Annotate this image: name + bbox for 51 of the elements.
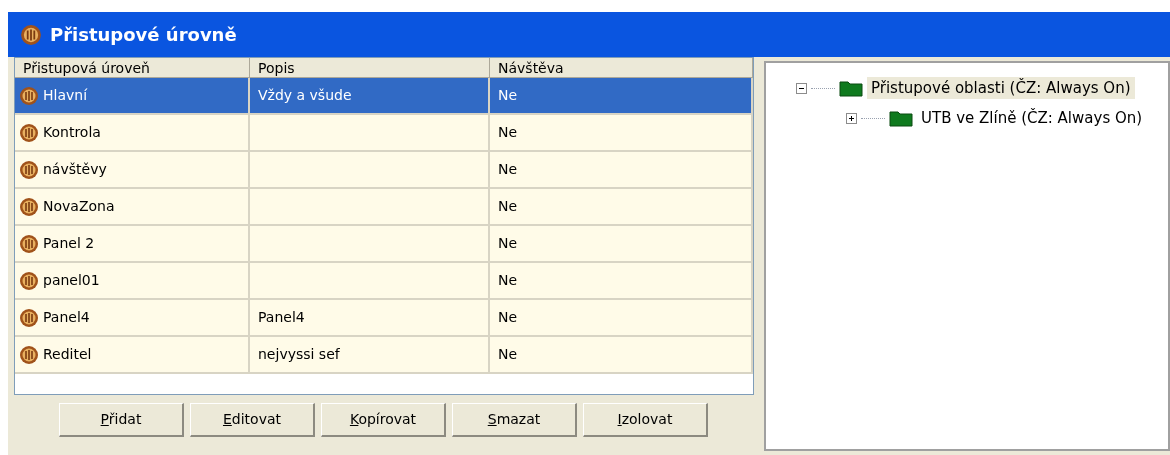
- action-button[interactable]: Přidat: [59, 403, 184, 437]
- medal-icon: [20, 23, 42, 46]
- table-cell-text: Ne: [498, 160, 518, 179]
- medal-icon: [19, 270, 39, 291]
- medal-icon: [19, 307, 39, 328]
- medal-icon: [19, 233, 39, 254]
- table-cell-text: nejvyssi sef: [258, 345, 340, 364]
- action-button[interactable]: Editovat: [190, 403, 315, 437]
- table-cell-text: Ne: [498, 345, 518, 364]
- window-title: Přistupové úrovně: [50, 23, 237, 47]
- table-cell-text: Panel 2: [43, 234, 95, 253]
- table-cell-text: NovaZona: [43, 197, 115, 216]
- table-cell-text: Ne: [498, 86, 518, 105]
- tree-item[interactable]: Přistupové oblasti (ČZ: Always On): [867, 76, 1135, 100]
- table-cell-text: Panel4: [258, 308, 305, 327]
- table-row[interactable]: Panel4 Panel4 Ne: [15, 300, 753, 337]
- table-cell-text: návštěvy: [43, 160, 107, 179]
- table-row[interactable]: Hlavní Vždy a všude Ne: [15, 78, 753, 115]
- column-header[interactable]: Přistupová úroveň: [15, 58, 250, 78]
- medal-icon: [19, 85, 39, 106]
- table-cell-text: Reditel: [43, 345, 92, 364]
- table-cell-text: panel01: [43, 271, 100, 290]
- table-cell-text: Ne: [498, 123, 518, 142]
- tree-item[interactable]: UTB ve Zlíně (ČZ: Always On): [917, 106, 1147, 130]
- medal-icon: [19, 122, 39, 143]
- expand-icon[interactable]: [846, 112, 857, 124]
- column-header[interactable]: Popis: [250, 58, 490, 78]
- table-row[interactable]: Reditel nejvyssi sef Ne: [15, 337, 753, 374]
- table-cell-text: Ne: [498, 308, 518, 327]
- medal-icon: [19, 196, 39, 217]
- table-row[interactable]: návštěvy Ne: [15, 152, 753, 189]
- medal-icon: [19, 159, 39, 180]
- table-cell-text: Panel4: [43, 308, 90, 327]
- table-cell-text: Hlavní: [43, 86, 88, 105]
- folder-icon: [889, 109, 913, 127]
- table-cell-text: Kontrola: [43, 123, 101, 142]
- medal-icon: [19, 344, 39, 365]
- action-button[interactable]: Izolovat: [583, 403, 708, 437]
- table-cell-text: Ne: [498, 234, 518, 253]
- table-row[interactable]: Panel 2 Ne: [15, 226, 753, 263]
- action-button[interactable]: Smazat: [452, 403, 577, 437]
- collapse-icon[interactable]: [796, 82, 807, 94]
- table-cell-text: Vždy a všude: [258, 86, 352, 105]
- table-row[interactable]: NovaZona Ne: [15, 189, 753, 226]
- action-button[interactable]: Kopírovat: [321, 403, 446, 437]
- table-cell-text: Ne: [498, 197, 518, 216]
- column-header[interactable]: Návštěva: [490, 58, 753, 78]
- folder-icon: [839, 79, 863, 97]
- table-row[interactable]: panel01 Ne: [15, 263, 753, 300]
- table-cell-text: Ne: [498, 271, 518, 290]
- table-row[interactable]: Kontrola Ne: [15, 115, 753, 152]
